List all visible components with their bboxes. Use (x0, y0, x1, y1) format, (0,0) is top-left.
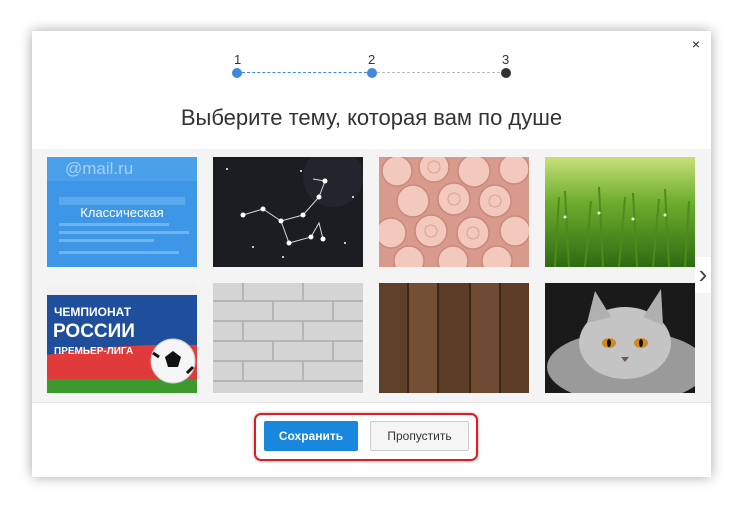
football-line-3: ПРЕМЬЕР-ЛИГА (54, 346, 134, 357)
step-line-done (242, 72, 372, 73)
step-progress: 1 2 3 (32, 31, 711, 91)
chevron-right-icon[interactable]: › (695, 257, 711, 293)
theme-grid: @mail.ru Классическая ЧЕМПИОНАТ РОССИИ П… (32, 149, 711, 402)
theme-dialog: × 1 2 3 Выберите тему, которая вам по ду… (32, 31, 711, 477)
theme-tile-grass[interactable] (545, 157, 695, 267)
step-dot-3 (501, 68, 511, 78)
roses-image (379, 157, 529, 267)
step-number-1: 1 (234, 52, 242, 67)
button-group-highlight: Сохранить Пропустить (254, 413, 478, 461)
save-button[interactable]: Сохранить (264, 421, 358, 451)
theme-tile-brick[interactable] (213, 283, 363, 393)
theme-tile-football[interactable]: ЧЕМПИОНАТ РОССИИ ПРЕМЬЕР-ЛИГА (47, 283, 197, 393)
mailru-logo: @mail.ru (65, 159, 134, 178)
step-number-3: 3 (502, 52, 510, 67)
step-dot-2 (367, 68, 377, 78)
football-line-1: ЧЕМПИОНАТ (54, 305, 132, 319)
skip-button[interactable]: Пропустить (370, 421, 469, 451)
white-brick-image (213, 283, 363, 393)
step-line-pending (377, 72, 505, 73)
step-dot-1 (232, 68, 242, 78)
theme-tile-constellation[interactable] (213, 157, 363, 267)
step-number-2: 2 (368, 52, 376, 67)
grass-image (545, 157, 695, 267)
constellation-image (213, 157, 363, 267)
divider-bottom (32, 402, 711, 403)
theme-tile-roses[interactable] (379, 157, 529, 267)
football-line-2: РОССИИ (53, 321, 135, 342)
wood-planks-image (379, 283, 529, 393)
grey-cat-image (545, 283, 695, 393)
theme-tile-classic[interactable]: @mail.ru Классическая (47, 157, 197, 267)
theme-label-classic: Классическая (80, 205, 164, 220)
dialog-title: Выберите тему, которая вам по душе (180, 105, 563, 130)
theme-tile-wood[interactable] (379, 283, 529, 393)
theme-tile-cat[interactable] (545, 283, 695, 393)
